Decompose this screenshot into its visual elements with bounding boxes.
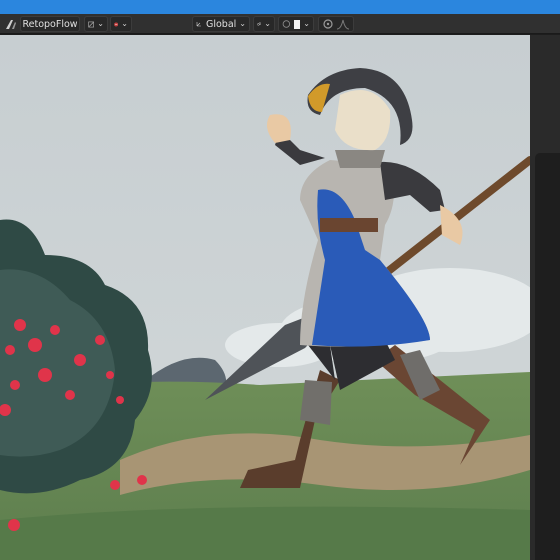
falloff-curve-icon [336,19,350,30]
window-title-bar [0,0,560,14]
foreground-grass [0,506,530,560]
transform-orientation-icon [196,22,201,27]
proportional-falloff-dropdown[interactable] [318,16,354,32]
chevron-down-icon: ⌄ [97,19,104,28]
retopoflow-logo-icon [114,22,119,26]
side-panel[interactable] [530,35,560,560]
chevron-down-icon: ⌄ [121,19,128,28]
color-swatch-icon [293,19,301,29]
tool-dropdown[interactable]: ⌄ [84,16,108,32]
proportional-editing-icon [282,20,291,28]
chevron-down-icon: ⌄ [303,19,310,28]
chevron-down-icon: ⌄ [239,19,246,28]
snap-dropdown[interactable]: ⌄ [253,16,275,32]
scene-render [0,35,530,560]
panel-strip [535,153,560,560]
3d-viewport[interactable] [0,35,530,560]
chevron-down-icon: ⌄ [264,19,271,28]
proportional-toggle[interactable]: ⌄ [278,16,314,32]
retopoflow-theme-dropdown[interactable]: ⌄ [110,16,132,32]
retopoflow-menu[interactable]: RetopoFlow [20,16,80,32]
viewport-header: RetopoFlow ⌄ ⌄ Global ⌄ ⌄ ⌄ [0,14,560,34]
draw-tool-icon [88,21,95,27]
snap-link-icon [257,22,262,26]
orientation-label: Global [205,18,237,30]
blender-editor-icon [6,20,16,29]
editor-type-button[interactable] [3,16,19,32]
retopoflow-label: RetopoFlow [22,18,78,30]
proportional-circle-icon [323,19,333,29]
transform-orientation-dropdown[interactable]: Global ⌄ [192,16,250,32]
